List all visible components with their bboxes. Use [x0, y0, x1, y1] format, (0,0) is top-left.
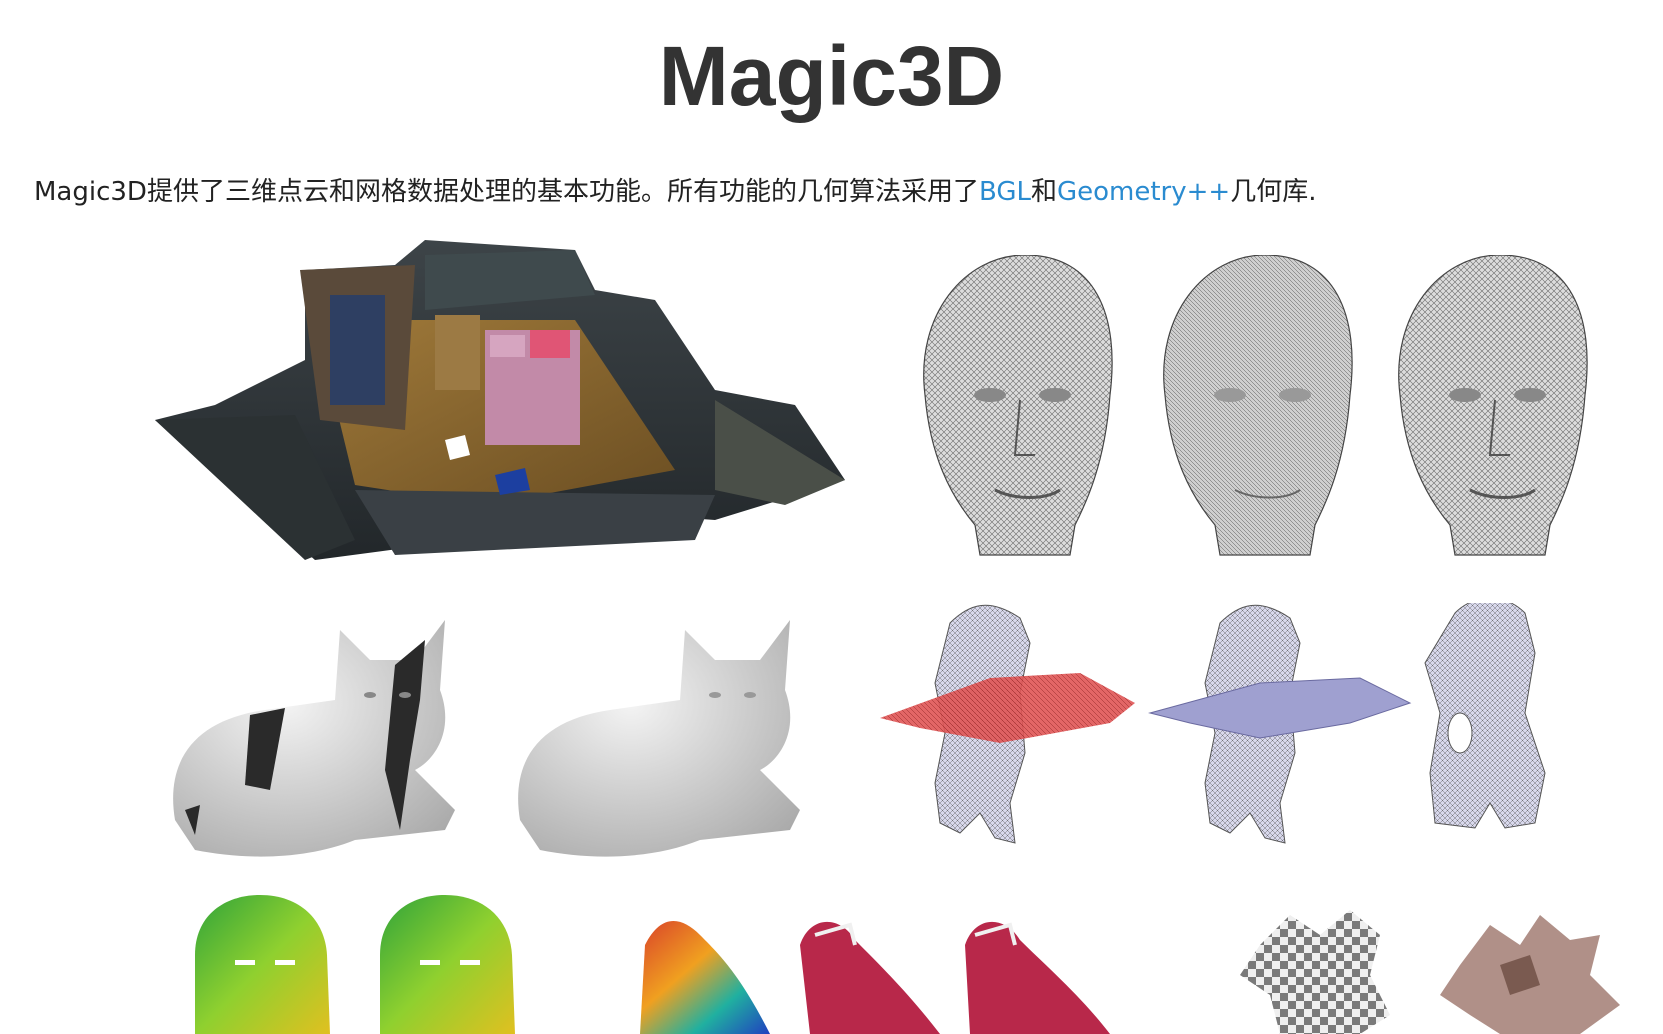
shoe-models-image — [640, 921, 1110, 1034]
colored-face-scans-image — [195, 895, 515, 1034]
cat-models-image — [173, 620, 800, 857]
bgl-link[interactable]: BGL — [979, 177, 1031, 207]
intro-paragraph: Magic3D提供了三维点云和网格数据处理的基本功能。所有功能的几何算法采用了B… — [34, 172, 1316, 212]
face-scan-figure — [195, 895, 580, 1034]
room-point-cloud-figure — [155, 240, 895, 620]
geometry-plus-link[interactable]: Geometry++ — [1057, 177, 1230, 207]
checker-monkey-image — [1240, 910, 1620, 1034]
intro-text-between: 和 — [1030, 177, 1057, 207]
torso-mesh-figure — [880, 603, 1620, 898]
wireframe-heads-image — [923, 255, 1588, 556]
page-title: Magic3D — [658, 29, 1005, 123]
monkey-param-figure — [1240, 905, 1640, 1034]
bedroom-scan-image — [155, 240, 845, 560]
intro-text-after: 几何库. — [1230, 177, 1317, 207]
head-mesh-figure — [905, 255, 1615, 585]
shoe-model-figure — [640, 915, 1115, 1034]
intro-text-before: Magic3D提供了三维点云和网格数据处理的基本功能。所有功能的几何算法采用了 — [34, 177, 979, 207]
page: Magic3D Magic3D提供了三维点云和网格数据处理的基本功能。所有功能的… — [0, 0, 1663, 1034]
cat-model-figure — [155, 620, 845, 890]
torso-meshes-image — [880, 603, 1546, 844]
